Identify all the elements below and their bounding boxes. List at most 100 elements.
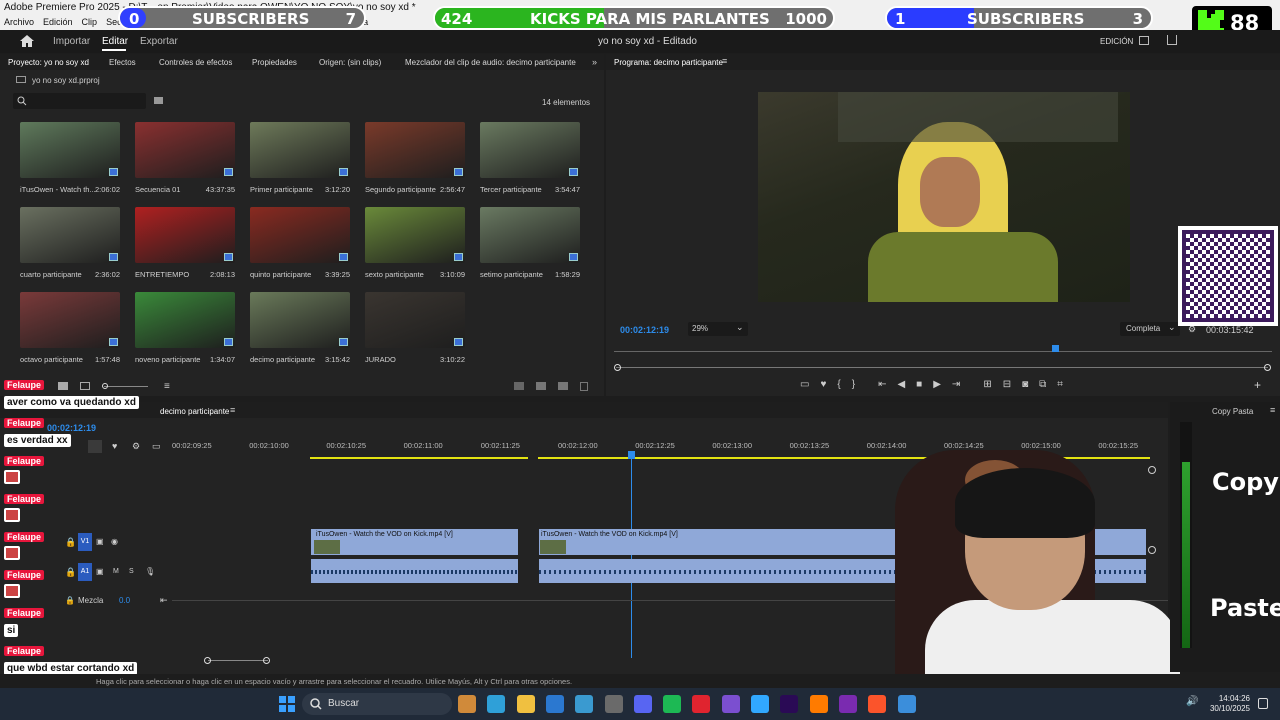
spotify-icon[interactable] (663, 695, 682, 713)
panel-menu-icon[interactable]: ≡ (1270, 405, 1275, 415)
menu-item[interactable]: Clip (82, 17, 98, 27)
media-thumbnail[interactable] (365, 292, 465, 348)
media-duration: 3:54:47 (554, 185, 580, 194)
media-thumbnail[interactable] (20, 122, 120, 178)
menu-item[interactable]: Archivo (4, 17, 34, 27)
program-scrollbar[interactable] (616, 367, 1268, 368)
work-area-bar[interactable] (310, 457, 528, 459)
media-thumbnail[interactable] (250, 292, 350, 348)
webcam-person-body (925, 600, 1180, 680)
notification-icon[interactable] (1258, 698, 1268, 709)
illustrator-icon[interactable] (809, 695, 828, 713)
media-thumbnail[interactable] (365, 122, 465, 178)
opera-icon[interactable] (692, 695, 711, 713)
lift-icon[interactable]: ⊞ (983, 379, 991, 390)
chat-message: si (4, 624, 19, 637)
marker-icon[interactable]: ♥ (820, 379, 826, 390)
scroll-handle-left[interactable] (614, 364, 621, 371)
camera-icon[interactable]: ◙ (1022, 379, 1028, 390)
copy-button[interactable]: Copy (1212, 468, 1279, 496)
program-timecode[interactable]: 00:02:12:19 (620, 325, 669, 335)
mark-out-icon[interactable]: } (852, 379, 855, 390)
calculator-icon[interactable] (604, 695, 623, 713)
media-duration: 3:15:42 (324, 355, 350, 364)
go-to-in-icon[interactable]: ⇤ (878, 379, 886, 390)
media-thumbnail[interactable] (480, 122, 580, 178)
menu-item[interactable]: Edición (43, 17, 73, 27)
workspace-icon[interactable] (1139, 36, 1149, 45)
browser-icon[interactable] (458, 695, 476, 713)
play-icon[interactable]: ▶ (933, 379, 941, 390)
go-to-out-icon[interactable]: ⇥ (952, 379, 960, 390)
extract-icon[interactable]: ⊟ (1003, 379, 1011, 390)
media-thumbnail[interactable] (365, 207, 465, 263)
zoom-select[interactable]: 29% ⌄ (688, 322, 748, 336)
automate-icon[interactable] (514, 382, 524, 390)
subscribers-goal-left: 0 SUBSCRIBERS 7 (118, 6, 366, 30)
sequence-badge-icon (339, 338, 348, 346)
video-clip[interactable]: iTusOwen - Watch the VOD on Kick.mp4 [V] (311, 529, 518, 555)
folder-icon[interactable] (536, 382, 546, 390)
panel-menu-icon[interactable]: ≡ (230, 405, 235, 415)
safe-margins-icon[interactable]: ▭ (800, 379, 809, 390)
premiere-icon[interactable] (780, 695, 799, 713)
panel-menu-icon[interactable]: ≡ (722, 56, 727, 66)
photos-icon[interactable] (897, 695, 916, 713)
add-button-icon[interactable]: + (1254, 378, 1261, 392)
ruler-tick-label: 00:02:10:25 (326, 441, 367, 450)
media-thumbnail[interactable] (20, 292, 120, 348)
compare-icon[interactable]: ⧉ (1039, 379, 1046, 390)
media-thumbnail[interactable] (135, 122, 235, 178)
media-thumbnail[interactable] (135, 207, 235, 263)
vr-icon[interactable]: ⌗ (1057, 379, 1063, 390)
nav-export[interactable]: Exportar (140, 36, 178, 47)
playhead-line[interactable] (631, 458, 632, 658)
nav-import[interactable]: Importar (53, 36, 90, 47)
media-thumbnail[interactable] (250, 207, 350, 263)
media-thumbnail[interactable] (20, 207, 120, 263)
scroll-handle-right[interactable] (1264, 364, 1271, 371)
tab-program[interactable]: Programa: decimo participante (614, 58, 723, 67)
media-thumbnail[interactable] (135, 292, 235, 348)
scroll-handle-left[interactable] (204, 657, 211, 664)
media-thumbnail[interactable] (480, 207, 580, 263)
sort-icon[interactable]: ≡ (164, 381, 170, 392)
home-icon[interactable] (20, 35, 34, 47)
goal-start: 0 (129, 10, 140, 28)
brave-icon[interactable] (868, 695, 887, 713)
store-icon[interactable] (545, 695, 564, 713)
media-duration: 3:10:09 (439, 270, 465, 279)
audio-clip[interactable] (311, 559, 518, 583)
trash-icon[interactable] (580, 382, 588, 391)
share-icon[interactable] (1167, 35, 1177, 45)
workspace-label[interactable]: EDICIÓN (1100, 37, 1133, 46)
project-panel: Proyecto: yo no soy xd Efectos Controles… (0, 54, 604, 396)
nav-edit[interactable]: Editar (102, 36, 128, 47)
vs-icon[interactable] (721, 695, 740, 713)
edge-icon[interactable] (487, 695, 506, 713)
step-back-icon[interactable]: ◀ (897, 379, 905, 390)
volume-icon[interactable]: 🔊 (1186, 696, 1198, 707)
program-playhead[interactable] (1052, 345, 1059, 352)
tab-sequence[interactable]: decimo participante (160, 407, 229, 416)
scroll-handle-right[interactable] (263, 657, 270, 664)
notepad-icon[interactable] (575, 695, 594, 713)
stop-icon[interactable]: ■ (916, 379, 922, 390)
copy-panel-tab[interactable]: Copy Pasta (1212, 407, 1253, 416)
paste-button[interactable]: Paste (1210, 594, 1280, 622)
onenote-icon[interactable] (838, 695, 857, 713)
mix-end-icon[interactable]: ⇤ (160, 595, 168, 606)
chat-username: Felaupe (4, 494, 45, 504)
new-item-icon[interactable] (558, 382, 568, 390)
media-thumbnail[interactable] (250, 122, 350, 178)
mark-in-icon[interactable]: { (837, 379, 840, 390)
sequence-badge-icon (569, 253, 578, 261)
discord-icon[interactable] (633, 695, 652, 713)
quality-select[interactable]: Completa ⌄ (1120, 322, 1180, 336)
clock-date[interactable]: 30/10/2025 (1204, 704, 1250, 713)
photoshop-icon[interactable] (751, 695, 769, 713)
file-explorer-icon[interactable] (516, 695, 535, 713)
clock-time[interactable]: 14:04:26 (1210, 694, 1250, 703)
timeline-scrollbar[interactable] (208, 660, 268, 661)
sequence-badge-icon (109, 338, 118, 346)
